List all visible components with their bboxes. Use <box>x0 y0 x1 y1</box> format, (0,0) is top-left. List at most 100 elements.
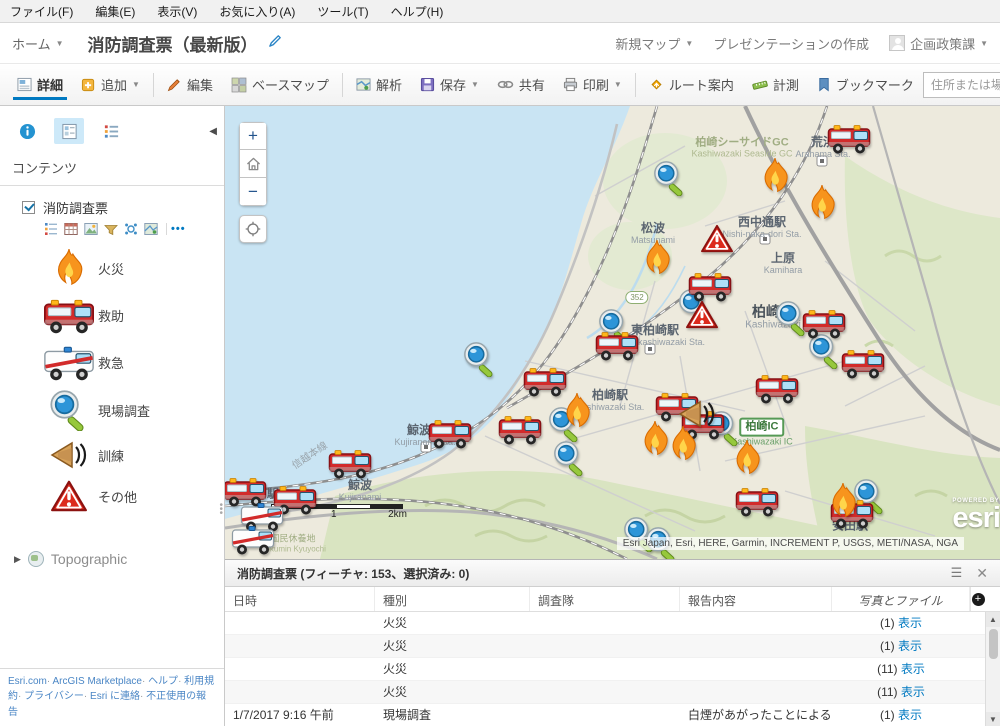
table-row[interactable]: 火災(11) 表示 <box>225 658 985 681</box>
menu-item[interactable]: お気に入り(A) <box>219 3 295 20</box>
zoom-out-button[interactable]: − <box>239 178 267 206</box>
photos-count: (11) <box>877 685 901 699</box>
create-presentation-button[interactable]: プレゼンテーションの作成 <box>713 34 869 53</box>
column-header-2[interactable]: 調査隊 <box>530 587 680 611</box>
save-button[interactable]: 保存 ▼ <box>411 64 488 105</box>
analysis-button[interactable]: 解析 <box>347 64 411 105</box>
truck-legend-icon <box>40 295 98 335</box>
show-table-icon[interactable] <box>64 222 78 236</box>
marker-warning[interactable] <box>685 300 719 331</box>
marker-fire[interactable] <box>730 439 764 477</box>
account-menu[interactable]: 企画政策課 ▼ <box>889 34 988 53</box>
footer-link[interactable]: Esri に連絡 <box>84 691 140 702</box>
tab-about[interactable] <box>12 118 42 144</box>
new-map-menu[interactable]: 新規マップ ▼ <box>615 34 693 53</box>
scroll-thumb[interactable] <box>989 629 998 659</box>
table-add-options-icon[interactable]: + <box>972 593 985 606</box>
column-header-3[interactable]: 報告内容 <box>680 587 832 611</box>
find-my-location-button[interactable] <box>239 215 267 243</box>
sidebar-collapse-button[interactable]: ◀ <box>209 126 217 137</box>
menu-item[interactable]: ファイル(F) <box>10 3 73 20</box>
marker-fire[interactable] <box>560 392 594 430</box>
tab-legend[interactable] <box>96 118 126 144</box>
marker-megaphone[interactable] <box>676 397 718 431</box>
photos-show-link[interactable]: 表示 <box>901 662 925 676</box>
zoom-in-button[interactable]: + <box>239 122 267 150</box>
measure-button[interactable]: 計測 <box>743 64 808 105</box>
bookmarks-button[interactable]: ブックマーク <box>808 64 923 105</box>
basemap-button[interactable]: ベースマップ <box>222 64 338 105</box>
photos-show-link[interactable]: 表示 <box>901 685 925 699</box>
edit-button[interactable]: 編集 <box>158 64 222 105</box>
marker-ambulance[interactable] <box>231 522 275 556</box>
home-extent-button[interactable] <box>239 150 267 178</box>
marker-fire[interactable] <box>805 184 839 222</box>
table-row[interactable]: 1/7/2017 9:16 午前現場調査白煙があがったことによる調査(1) 表示 <box>225 704 985 726</box>
marker-truck[interactable] <box>827 121 871 155</box>
layer-visibility-checkbox[interactable] <box>22 201 35 214</box>
sidebar-resize-handle[interactable]: ••• <box>219 504 223 516</box>
table-row[interactable]: 火災(1) 表示 <box>225 635 985 658</box>
scroll-down-arrow[interactable]: ▼ <box>986 712 1000 726</box>
photos-show-link[interactable]: 表示 <box>898 616 922 630</box>
photos-show-link[interactable]: 表示 <box>898 639 922 653</box>
warning-legend-icon <box>40 479 98 514</box>
marker-fire[interactable] <box>640 239 674 277</box>
more-options-button[interactable]: ••• <box>166 223 186 235</box>
menu-item[interactable]: ヘルプ(H) <box>391 3 444 20</box>
footer-link[interactable]: ヘルプ <box>142 676 178 687</box>
scroll-up-arrow[interactable]: ▲ <box>986 612 1000 627</box>
table-row[interactable]: 火災(1) 表示 <box>225 612 985 635</box>
table-cell <box>530 635 680 657</box>
share-button[interactable]: 共有 <box>488 64 554 105</box>
marker-truck[interactable] <box>498 412 542 446</box>
fire-icon <box>640 239 674 277</box>
photos-show-link[interactable]: 表示 <box>898 708 922 722</box>
directions-button[interactable]: ルート案内 <box>640 64 743 105</box>
marker-fire[interactable] <box>826 482 860 520</box>
marker-magnifier[interactable] <box>652 160 688 196</box>
menu-item[interactable]: 編集(E) <box>95 3 135 20</box>
marker-warning[interactable] <box>700 224 734 255</box>
marker-truck[interactable] <box>841 346 885 380</box>
table-row[interactable]: 火災(11) 表示 <box>225 681 985 704</box>
edit-title-pencil-icon[interactable] <box>268 33 283 53</box>
menu-item[interactable]: ツール(T) <box>317 3 368 20</box>
table-close-icon[interactable]: ✕ <box>976 565 988 582</box>
home-menu[interactable]: ホーム ▼ <box>12 34 64 53</box>
column-header-0[interactable]: 日時 <box>225 587 375 611</box>
marker-magnifier[interactable] <box>552 440 588 476</box>
footer-link[interactable]: プライバシー <box>18 691 84 702</box>
marker-truck[interactable] <box>595 328 639 362</box>
marker-truck[interactable] <box>755 371 799 405</box>
cluster-icon[interactable] <box>124 222 138 236</box>
menu-item[interactable]: 表示(V) <box>157 3 197 20</box>
marker-truck[interactable] <box>688 269 732 303</box>
fire-icon <box>730 439 764 477</box>
tab-content[interactable] <box>54 118 84 144</box>
details-button[interactable]: 詳細 <box>8 64 72 105</box>
show-legend-icon[interactable] <box>44 222 58 236</box>
footer-link[interactable]: Esri.com <box>8 676 47 687</box>
marker-truck[interactable] <box>802 306 846 340</box>
print-button[interactable]: 印刷 ▼ <box>554 64 631 105</box>
map-canvas[interactable]: 柏崎シーサイドGCKashiwazaki Seaside GC荒浜Arahama… <box>225 106 1000 559</box>
table-options-menu-icon[interactable]: ☰ <box>951 565 963 581</box>
footer-link[interactable]: ArcGIS Marketplace <box>47 676 142 687</box>
marker-magnifier[interactable] <box>462 341 498 377</box>
filter-icon[interactable] <box>104 222 118 236</box>
marker-truck[interactable] <box>735 484 779 518</box>
fire-icon <box>51 248 87 288</box>
search-input[interactable] <box>923 72 1000 98</box>
perform-analysis-icon[interactable] <box>144 222 158 236</box>
column-header-1[interactable]: 種別 <box>375 587 530 611</box>
info-icon <box>19 123 36 140</box>
add-icon <box>81 77 96 92</box>
marker-fire[interactable] <box>758 157 792 195</box>
marker-truck[interactable] <box>428 416 472 450</box>
basemap-layer-row[interactable]: ▶ Topographic <box>0 521 224 567</box>
add-button[interactable]: 追加 ▼ <box>72 64 149 105</box>
column-header-4[interactable]: 写真とファイル <box>832 587 970 611</box>
marker-truck[interactable] <box>328 446 372 480</box>
change-style-icon[interactable] <box>84 222 98 236</box>
